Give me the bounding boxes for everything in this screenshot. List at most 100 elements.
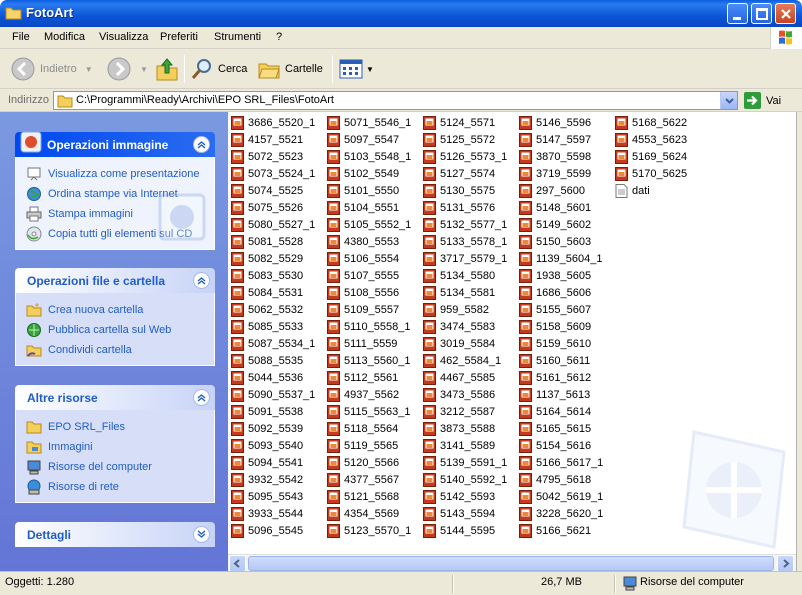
file-item[interactable]: 5092_5539	[231, 420, 315, 437]
file-item[interactable]: 3212_5587	[423, 403, 507, 420]
file-item[interactable]: 5107_5555	[327, 267, 411, 284]
file-item[interactable]: 5134_5580	[423, 267, 507, 284]
file-item[interactable]: 4380_5553	[327, 233, 411, 250]
task-slideshow[interactable]: Visualizza come presentazione	[16, 164, 214, 184]
menu-modifica[interactable]: Modifica	[44, 31, 85, 43]
file-item[interactable]: 4937_5562	[327, 386, 411, 403]
file-item[interactable]: 5111_5559	[327, 335, 411, 352]
file-item[interactable]: 3933_5544	[231, 505, 315, 522]
back-dropdown-icon[interactable]: ▼	[85, 65, 93, 74]
file-item[interactable]: 297_5600	[519, 182, 603, 199]
file-item[interactable]: 3932_5542	[231, 471, 315, 488]
menu-visualizza[interactable]: Visualizza	[99, 31, 148, 43]
file-item[interactable]: 5130_5575	[423, 182, 507, 199]
file-item[interactable]: 5166_5617_1	[519, 454, 603, 471]
file-item[interactable]: 5096_5545	[231, 522, 315, 539]
file-item[interactable]: 3686_5520_1	[231, 114, 315, 131]
forward-dropdown-icon[interactable]: ▼	[140, 65, 148, 74]
file-item[interactable]: 4157_5521	[231, 131, 315, 148]
file-item[interactable]: 5170_5625	[615, 165, 687, 182]
file-item[interactable]: 5140_5592_1	[423, 471, 507, 488]
menu-file[interactable]: File	[12, 31, 30, 43]
file-item[interactable]: 5125_5572	[423, 131, 507, 148]
file-item[interactable]: 5094_5541	[231, 454, 315, 471]
collapse-icon[interactable]	[193, 272, 210, 289]
views-button[interactable]: ▼	[339, 54, 374, 84]
file-item[interactable]: 5095_5543	[231, 488, 315, 505]
file-item[interactable]: 5113_5560_1	[327, 352, 411, 369]
horizontal-scrollbar[interactable]	[228, 554, 796, 572]
file-item[interactable]: dati	[615, 182, 687, 199]
file-item[interactable]: 5044_5536	[231, 369, 315, 386]
file-item[interactable]: 3719_5599	[519, 165, 603, 182]
file-item[interactable]: 5150_5603	[519, 233, 603, 250]
file-item[interactable]: 5146_5596	[519, 114, 603, 131]
file-item[interactable]: 5144_5595	[423, 522, 507, 539]
up-folder-button[interactable]	[155, 54, 179, 84]
file-item[interactable]: 5091_5538	[231, 403, 315, 420]
scroll-right-button[interactable]	[777, 555, 794, 572]
file-item[interactable]: 3717_5579_1	[423, 250, 507, 267]
file-item[interactable]: 5133_5578_1	[423, 233, 507, 250]
file-item[interactable]: 5121_5568	[327, 488, 411, 505]
file-item[interactable]: 4467_5585	[423, 369, 507, 386]
place-immagini[interactable]: Immagini	[16, 437, 214, 457]
scroll-left-button[interactable]	[229, 555, 246, 572]
address-dropdown-button[interactable]	[720, 92, 737, 109]
details-header[interactable]: Dettagli	[15, 522, 215, 547]
file-tasks-header[interactable]: Operazioni file e cartella	[15, 268, 215, 293]
file-item[interactable]: 5075_5526	[231, 199, 315, 216]
minimize-button[interactable]	[727, 3, 748, 24]
file-item[interactable]: 5080_5527_1	[231, 216, 315, 233]
file-item[interactable]: 5097_5547	[327, 131, 411, 148]
forward-button[interactable]: ▼	[106, 54, 148, 84]
views-dropdown-icon[interactable]: ▼	[366, 65, 374, 74]
file-item[interactable]: 5105_5552_1	[327, 216, 411, 233]
file-item[interactable]: 5166_5621	[519, 522, 603, 539]
file-item[interactable]: 5165_5615	[519, 420, 603, 437]
file-item[interactable]: 5148_5601	[519, 199, 603, 216]
folders-button[interactable]: Cartelle	[257, 54, 323, 84]
file-item[interactable]: 5112_5561	[327, 369, 411, 386]
file-item[interactable]: 5124_5571	[423, 114, 507, 131]
collapse-icon[interactable]	[193, 389, 210, 406]
file-item[interactable]: 5126_5573_1	[423, 148, 507, 165]
file-item[interactable]: 5154_5616	[519, 437, 603, 454]
task-new-folder[interactable]: Crea nuova cartella	[16, 300, 214, 320]
go-button[interactable]: Vai	[744, 92, 781, 109]
file-item[interactable]: 5084_5531	[231, 284, 315, 301]
file-item[interactable]: 5119_5565	[327, 437, 411, 454]
file-item[interactable]: 5042_5619_1	[519, 488, 603, 505]
file-item[interactable]: 5142_5593	[423, 488, 507, 505]
file-item[interactable]: 5090_5537_1	[231, 386, 315, 403]
file-item[interactable]: 3141_5589	[423, 437, 507, 454]
file-item[interactable]: 5115_5563_1	[327, 403, 411, 420]
file-item[interactable]: 5109_5557	[327, 301, 411, 318]
file-item[interactable]: 5102_5549	[327, 165, 411, 182]
file-item[interactable]: 5093_5540	[231, 437, 315, 454]
file-item[interactable]: 5158_5609	[519, 318, 603, 335]
image-tasks-header[interactable]: Operazioni immagine	[15, 131, 215, 157]
file-item[interactable]: 1139_5604_1	[519, 250, 603, 267]
task-share-folder[interactable]: Condividi cartella	[16, 340, 214, 360]
file-item[interactable]: 5123_5570_1	[327, 522, 411, 539]
file-item[interactable]: 5132_5577_1	[423, 216, 507, 233]
place-my-computer[interactable]: Risorse del computer	[16, 457, 214, 477]
file-item[interactable]: 4354_5569	[327, 505, 411, 522]
file-item[interactable]: 5120_5566	[327, 454, 411, 471]
maximize-button[interactable]	[751, 3, 772, 24]
file-item[interactable]: 5134_5581	[423, 284, 507, 301]
menu-help[interactable]: ?	[276, 31, 282, 43]
back-button[interactable]: Indietro ▼	[10, 54, 93, 84]
file-item[interactable]: 3474_5583	[423, 318, 507, 335]
file-item[interactable]: 5106_5554	[327, 250, 411, 267]
file-item[interactable]: 5127_5574	[423, 165, 507, 182]
file-item[interactable]: 5104_5551	[327, 199, 411, 216]
expand-icon[interactable]	[193, 526, 210, 543]
close-button[interactable]	[775, 3, 796, 24]
file-item[interactable]: 5082_5529	[231, 250, 315, 267]
menu-strumenti[interactable]: Strumenti	[214, 31, 261, 43]
place-epo-srl-files[interactable]: EPO SRL_Files	[16, 417, 214, 437]
collapse-icon[interactable]	[193, 136, 210, 153]
file-item[interactable]: 1686_5606	[519, 284, 603, 301]
